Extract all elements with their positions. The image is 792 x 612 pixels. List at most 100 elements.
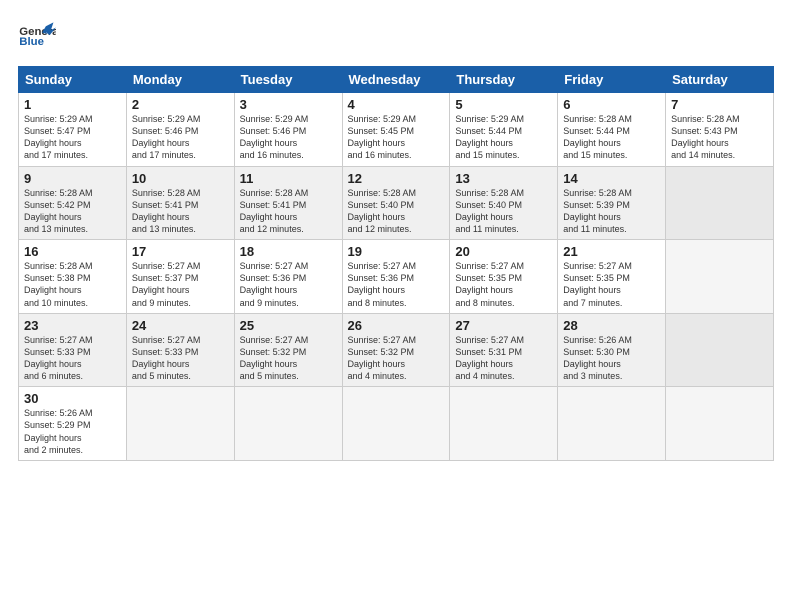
calendar-cell: 5 Sunrise: 5:29 AMSunset: 5:44 PMDaylight… [450, 93, 558, 167]
calendar-cell: 10 Sunrise: 5:28 AMSunset: 5:41 PMDayligh… [126, 166, 234, 240]
day-info: Sunrise: 5:28 AMSunset: 5:44 PMDaylight … [563, 114, 632, 160]
day-info: Sunrise: 5:29 AMSunset: 5:47 PMDaylight … [24, 114, 93, 160]
calendar-cell [666, 387, 774, 461]
calendar-cell: 3 Sunrise: 5:29 AMSunset: 5:46 PMDaylight… [234, 93, 342, 167]
calendar-cell: 11 Sunrise: 5:28 AMSunset: 5:41 PMDayligh… [234, 166, 342, 240]
logo: General Blue [18, 18, 56, 56]
calendar-cell: 13 Sunrise: 5:28 AMSunset: 5:40 PMDayligh… [450, 166, 558, 240]
calendar-header-row: SundayMondayTuesdayWednesdayThursdayFrid… [19, 67, 774, 93]
calendar-cell [126, 387, 234, 461]
calendar-cell: 17 Sunrise: 5:27 AMSunset: 5:37 PMDayligh… [126, 240, 234, 314]
day-number: 25 [240, 318, 337, 333]
calendar-cell: 21 Sunrise: 5:27 AMSunset: 5:35 PMDayligh… [558, 240, 666, 314]
calendar-cell [666, 313, 774, 387]
calendar-cell: 6 Sunrise: 5:28 AMSunset: 5:44 PMDaylight… [558, 93, 666, 167]
day-info: Sunrise: 5:28 AMSunset: 5:43 PMDaylight … [671, 114, 740, 160]
day-number: 20 [455, 244, 552, 259]
day-number: 5 [455, 97, 552, 112]
calendar-cell [342, 387, 450, 461]
calendar-cell: 9 Sunrise: 5:28 AMSunset: 5:42 PMDaylight… [19, 166, 127, 240]
calendar-cell: 16 Sunrise: 5:28 AMSunset: 5:38 PMDayligh… [19, 240, 127, 314]
day-info: Sunrise: 5:28 AMSunset: 5:39 PMDaylight … [563, 188, 632, 234]
day-info: Sunrise: 5:29 AMSunset: 5:44 PMDaylight … [455, 114, 524, 160]
calendar-cell: 2 Sunrise: 5:29 AMSunset: 5:46 PMDaylight… [126, 93, 234, 167]
logo-icon: General Blue [18, 18, 56, 56]
calendar-cell: 30 Sunrise: 5:26 AMSunset: 5:29 PMDayligh… [19, 387, 127, 461]
day-number: 16 [24, 244, 121, 259]
day-number: 3 [240, 97, 337, 112]
col-header-thursday: Thursday [450, 67, 558, 93]
day-info: Sunrise: 5:27 AMSunset: 5:32 PMDaylight … [348, 335, 417, 381]
day-number: 13 [455, 171, 552, 186]
day-info: Sunrise: 5:27 AMSunset: 5:32 PMDaylight … [240, 335, 309, 381]
calendar-cell: 1 Sunrise: 5:29 AMSunset: 5:47 PMDaylight… [19, 93, 127, 167]
col-header-monday: Monday [126, 67, 234, 93]
day-number: 12 [348, 171, 445, 186]
calendar-week-1: 1 Sunrise: 5:29 AMSunset: 5:47 PMDaylight… [19, 93, 774, 167]
day-number: 1 [24, 97, 121, 112]
day-info: Sunrise: 5:27 AMSunset: 5:33 PMDaylight … [132, 335, 201, 381]
col-header-tuesday: Tuesday [234, 67, 342, 93]
svg-text:Blue: Blue [19, 36, 44, 48]
day-info: Sunrise: 5:27 AMSunset: 5:33 PMDaylight … [24, 335, 93, 381]
calendar-cell: 23 Sunrise: 5:27 AMSunset: 5:33 PMDayligh… [19, 313, 127, 387]
calendar-table: SundayMondayTuesdayWednesdayThursdayFrid… [18, 66, 774, 461]
day-info: Sunrise: 5:26 AMSunset: 5:29 PMDaylight … [24, 408, 93, 454]
day-number: 7 [671, 97, 768, 112]
col-header-wednesday: Wednesday [342, 67, 450, 93]
calendar-week-3: 16 Sunrise: 5:28 AMSunset: 5:38 PMDayligh… [19, 240, 774, 314]
day-number: 14 [563, 171, 660, 186]
day-info: Sunrise: 5:27 AMSunset: 5:36 PMDaylight … [240, 261, 309, 307]
calendar-cell [234, 387, 342, 461]
day-info: Sunrise: 5:27 AMSunset: 5:37 PMDaylight … [132, 261, 201, 307]
day-number: 10 [132, 171, 229, 186]
calendar-cell: 7 Sunrise: 5:28 AMSunset: 5:43 PMDaylight… [666, 93, 774, 167]
day-info: Sunrise: 5:28 AMSunset: 5:38 PMDaylight … [24, 261, 93, 307]
day-number: 30 [24, 391, 121, 406]
day-info: Sunrise: 5:28 AMSunset: 5:40 PMDaylight … [348, 188, 417, 234]
day-number: 23 [24, 318, 121, 333]
day-info: Sunrise: 5:28 AMSunset: 5:42 PMDaylight … [24, 188, 93, 234]
day-number: 11 [240, 171, 337, 186]
day-number: 6 [563, 97, 660, 112]
day-number: 18 [240, 244, 337, 259]
day-number: 21 [563, 244, 660, 259]
day-info: Sunrise: 5:28 AMSunset: 5:41 PMDaylight … [240, 188, 309, 234]
day-info: Sunrise: 5:27 AMSunset: 5:35 PMDaylight … [563, 261, 632, 307]
calendar-cell: 4Sunrise: 5:29 AMSunset: 5:45 PMDaylight… [342, 93, 450, 167]
calendar-cell: 20 Sunrise: 5:27 AMSunset: 5:35 PMDayligh… [450, 240, 558, 314]
day-number: 24 [132, 318, 229, 333]
calendar-cell [450, 387, 558, 461]
day-info: Sunrise: 5:29 AMSunset: 5:46 PMDaylight … [132, 114, 201, 160]
header: General Blue [18, 18, 774, 56]
col-header-friday: Friday [558, 67, 666, 93]
calendar-cell: 28 Sunrise: 5:26 AMSunset: 5:30 PMDayligh… [558, 313, 666, 387]
day-info: Sunrise: 5:28 AMSunset: 5:40 PMDaylight … [455, 188, 524, 234]
calendar-week-5: 30 Sunrise: 5:26 AMSunset: 5:29 PMDayligh… [19, 387, 774, 461]
day-info: Sunrise: 5:26 AMSunset: 5:30 PMDaylight … [563, 335, 632, 381]
calendar-cell: 19 Sunrise: 5:27 AMSunset: 5:36 PMDayligh… [342, 240, 450, 314]
day-number: 9 [24, 171, 121, 186]
calendar-week-4: 23 Sunrise: 5:27 AMSunset: 5:33 PMDayligh… [19, 313, 774, 387]
calendar-cell: 24 Sunrise: 5:27 AMSunset: 5:33 PMDayligh… [126, 313, 234, 387]
calendar-cell [558, 387, 666, 461]
day-number: 27 [455, 318, 552, 333]
calendar-cell: 26Sunrise: 5:27 AMSunset: 5:32 PMDayligh… [342, 313, 450, 387]
day-info: Sunrise: 5:27 AMSunset: 5:36 PMDaylight … [348, 261, 417, 307]
col-header-saturday: Saturday [666, 67, 774, 93]
calendar-cell [666, 166, 774, 240]
day-number: 2 [132, 97, 229, 112]
day-number: 28 [563, 318, 660, 333]
calendar-cell [666, 240, 774, 314]
calendar-week-2: 9 Sunrise: 5:28 AMSunset: 5:42 PMDaylight… [19, 166, 774, 240]
calendar-cell: 27Sunrise: 5:27 AMSunset: 5:31 PMDayligh… [450, 313, 558, 387]
day-info: Sunrise: 5:29 AMSunset: 5:46 PMDaylight … [240, 114, 309, 160]
col-header-sunday: Sunday [19, 67, 127, 93]
day-info: Sunrise: 5:29 AMSunset: 5:45 PMDaylight … [348, 114, 417, 160]
calendar-cell: 14 Sunrise: 5:28 AMSunset: 5:39 PMDayligh… [558, 166, 666, 240]
day-number: 19 [348, 244, 445, 259]
day-info: Sunrise: 5:28 AMSunset: 5:41 PMDaylight … [132, 188, 201, 234]
day-number: 17 [132, 244, 229, 259]
day-info: Sunrise: 5:27 AMSunset: 5:35 PMDaylight … [455, 261, 524, 307]
calendar-cell: 12 Sunrise: 5:28 AMSunset: 5:40 PMDayligh… [342, 166, 450, 240]
